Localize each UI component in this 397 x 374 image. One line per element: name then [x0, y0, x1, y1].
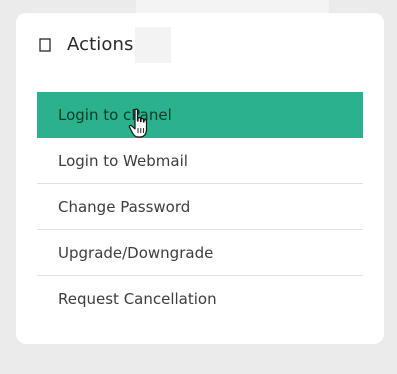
panel-header: Actions — [39, 31, 133, 57]
request-cancellation-button[interactable]: Request Cancellation — [37, 276, 363, 322]
square-outline-icon — [39, 37, 51, 52]
actions-panel: Actions Login to cPanel Login to Webmail… — [16, 13, 384, 344]
actions-list: Login to cPanel Login to Webmail Change … — [37, 92, 363, 322]
hand-pointer-icon — [128, 108, 150, 140]
login-cpanel-button[interactable]: Login to cPanel — [37, 92, 363, 138]
upgrade-downgrade-button[interactable]: Upgrade/Downgrade — [37, 230, 363, 276]
change-password-button[interactable]: Change Password — [37, 184, 363, 230]
panel-title: Actions — [67, 33, 134, 55]
title-overlay — [135, 27, 171, 63]
login-webmail-button[interactable]: Login to Webmail — [37, 138, 363, 184]
